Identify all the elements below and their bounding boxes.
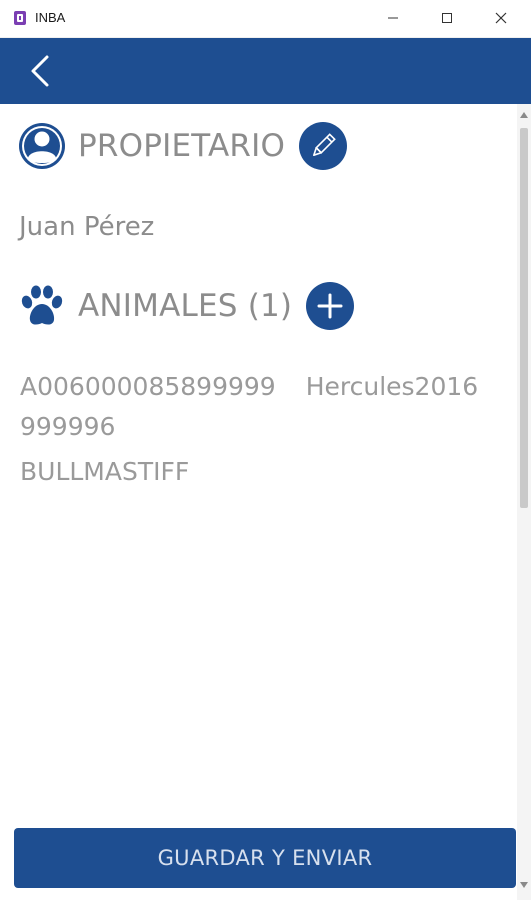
window-titlebar: INBA [0,0,531,38]
user-icon [19,123,65,169]
chevron-left-icon [31,55,49,87]
animals-section-title: ANIMALES (1) [78,288,292,324]
add-animal-button[interactable] [306,282,355,330]
save-and-send-label: GUARDAR Y ENVIAR [157,846,373,870]
pencil-icon [313,133,336,156]
scrollbar-thumb[interactable] [520,128,528,508]
edit-owner-button[interactable] [299,122,348,170]
close-icon [495,12,507,24]
minimize-button[interactable] [370,0,416,36]
animal-item-line-1[interactable]: A006000085899999 Hercules2016 [20,372,478,401]
app-logo-icon [14,11,26,25]
plus-icon [317,293,343,319]
owner-section-header: PROPIETARIO [18,122,348,170]
paw-icon [21,285,63,325]
back-button[interactable] [20,50,60,92]
animal-id-continuation: 999996 [20,412,116,441]
animals-title-text: ANIMALES [78,288,238,324]
animal-breed: BULLMASTIFF [20,457,190,486]
animals-count: (1) [247,288,293,324]
animal-id: A006000085899999 [20,372,276,401]
minimize-icon [388,17,398,19]
close-button[interactable] [478,0,524,36]
animals-section-header: ANIMALES (1) [18,282,355,330]
owner-section-title: PROPIETARIO [78,128,286,164]
animal-name: Hercules2016 [305,372,479,401]
scroll-up-arrow-icon[interactable] [519,110,529,120]
maximize-icon [442,13,452,23]
owner-name: Juan Pérez [19,212,155,242]
save-and-send-button[interactable]: GUARDAR Y ENVIAR [14,828,516,888]
window-title: INBA [35,10,66,25]
app-header [0,38,531,104]
maximize-button[interactable] [424,0,470,36]
scroll-down-arrow-icon[interactable] [519,880,529,890]
